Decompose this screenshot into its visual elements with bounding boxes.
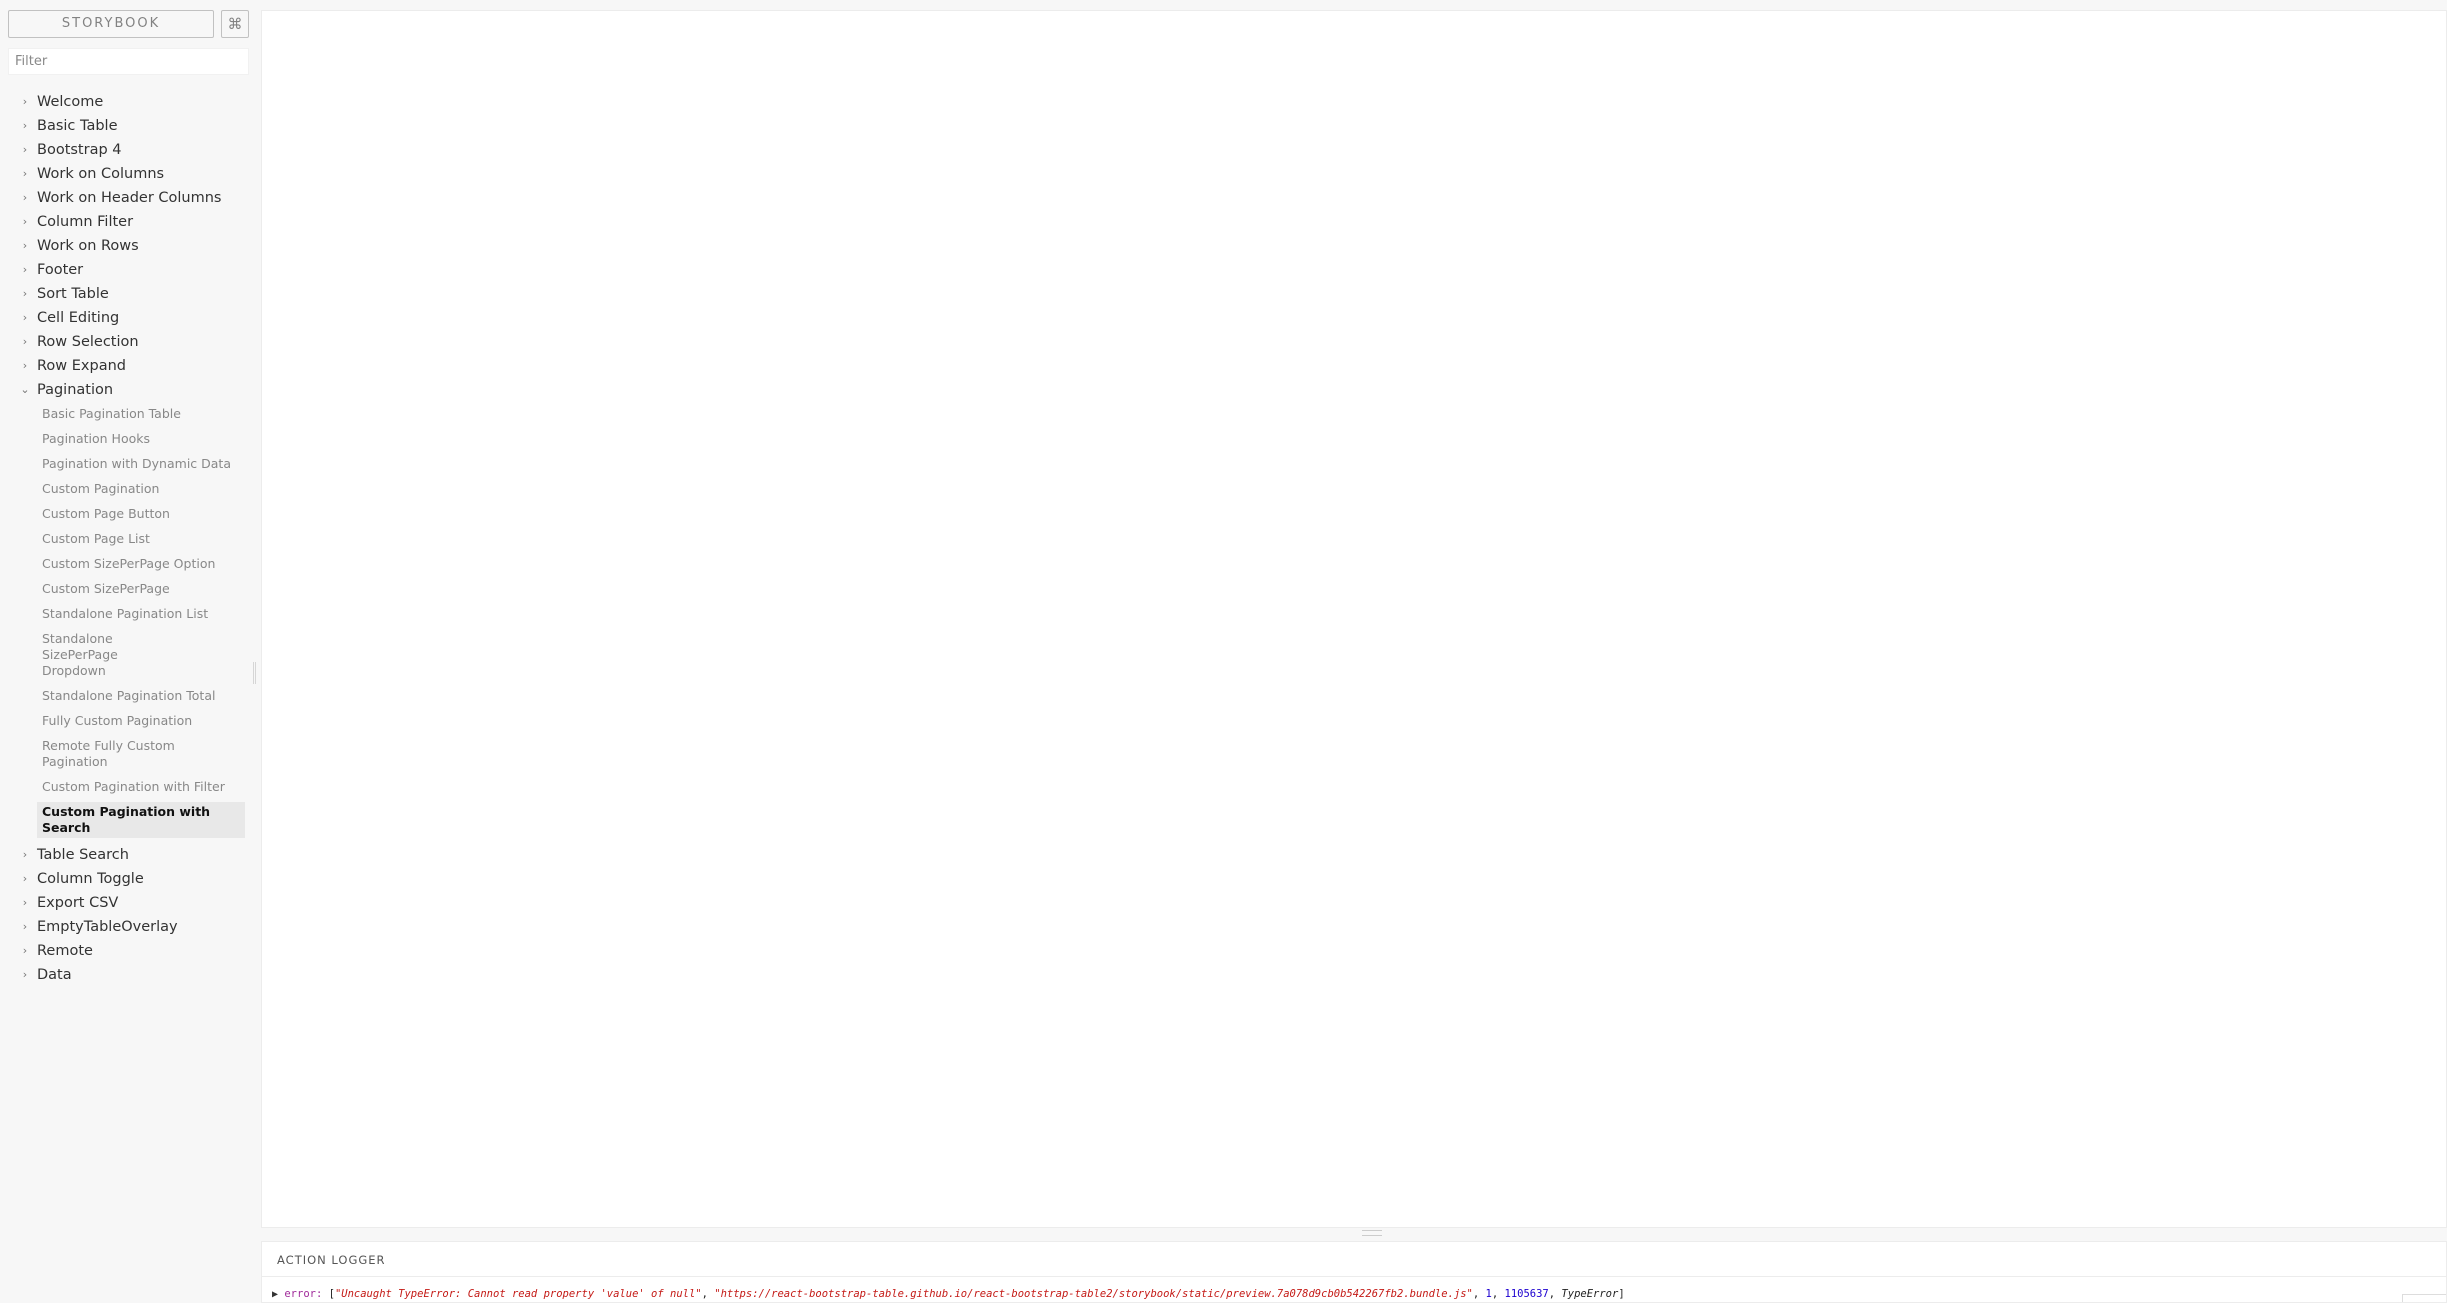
- story-basic-pagination-table[interactable]: Basic Pagination Table: [37, 404, 245, 424]
- log-column-number: 1105637: [1504, 1288, 1549, 1300]
- chevron-right-icon: ›: [22, 287, 28, 300]
- kind-sort-table[interactable]: › Sort Table: [0, 282, 260, 306]
- kind-row-selection[interactable]: › Row Selection: [0, 330, 260, 354]
- storybook-brand-button[interactable]: STORYBOOK: [8, 10, 214, 38]
- chevron-right-icon: ›: [22, 95, 28, 108]
- kind-label: Footer: [37, 262, 84, 278]
- stories-tree: › Welcome › Basic Table › Bootstrap 4 › Work on…: [0, 90, 260, 987]
- chevron-right-icon: ›: [22, 920, 28, 933]
- addons-panel: ACTION LOGGER ▶ error: ["Uncaught TypeEr…: [261, 1241, 2447, 1303]
- panel-divider: [262, 1276, 2446, 1277]
- kind-label: Welcome: [37, 94, 104, 110]
- kind-label: EmptyTableOverlay: [37, 919, 178, 935]
- clear-log-button[interactable]: [2402, 1294, 2446, 1302]
- pagination-stories: Basic Pagination Table Pagination Hooks Pa…: [0, 404, 260, 838]
- chevron-right-icon: ›: [22, 872, 28, 885]
- story-custom-pagination[interactable]: Custom Pagination: [37, 479, 245, 499]
- kind-label: Row Expand: [37, 358, 126, 374]
- kind-label: Row Selection: [37, 334, 139, 350]
- story-standalone-sizeperpage-dropdown[interactable]: Standalone SizePerPage Dropdown: [37, 629, 187, 681]
- story-remote-fully-custom-pagination[interactable]: Remote Fully Custom Pagination: [37, 736, 187, 772]
- kind-table-search[interactable]: › Table Search: [0, 843, 260, 867]
- story-custom-page-button[interactable]: Custom Page Button: [37, 504, 245, 524]
- storybook-sidebar: STORYBOOK ⌘ › Welcome › Basic Table › Bootstr…: [0, 0, 260, 1303]
- log-message: "Uncaught TypeError: Cannot read propert…: [334, 1288, 702, 1300]
- chevron-right-icon: ›: [22, 335, 28, 348]
- story-custom-pagination-with-filter[interactable]: Custom Pagination with Filter: [37, 777, 245, 797]
- kind-label: Bootstrap 4: [37, 142, 122, 158]
- kind-column-filter[interactable]: › Column Filter: [0, 210, 260, 234]
- kind-label: Remote: [37, 943, 93, 959]
- kind-bootstrap-4[interactable]: › Bootstrap 4: [0, 138, 260, 162]
- kind-footer[interactable]: › Footer: [0, 258, 260, 282]
- kind-welcome[interactable]: › Welcome: [0, 90, 260, 114]
- kind-emptytableoverlay[interactable]: › EmptyTableOverlay: [0, 915, 260, 939]
- kind-column-toggle[interactable]: › Column Toggle: [0, 867, 260, 891]
- filter-input[interactable]: [8, 48, 249, 75]
- log-key: error:: [284, 1288, 323, 1300]
- kind-label: Work on Header Columns: [37, 190, 222, 206]
- kind-label: Column Filter: [37, 214, 134, 230]
- kind-work-on-rows[interactable]: › Work on Rows: [0, 234, 260, 258]
- kind-label: Export CSV: [37, 895, 119, 911]
- chevron-right-icon: ›: [22, 143, 28, 156]
- story-custom-sizeperpage-option[interactable]: Custom SizePerPage Option: [37, 554, 245, 574]
- kind-row-expand[interactable]: › Row Expand: [0, 354, 260, 378]
- keyboard-shortcuts-icon[interactable]: ⌘: [221, 10, 249, 38]
- kind-basic-table[interactable]: › Basic Table: [0, 114, 260, 138]
- kind-label: Column Toggle: [37, 871, 144, 887]
- tab-action-logger[interactable]: ACTION LOGGER: [277, 1253, 386, 1267]
- chevron-right-icon: ›: [22, 239, 28, 252]
- kind-work-on-columns[interactable]: › Work on Columns: [0, 162, 260, 186]
- kind-cell-editing[interactable]: › Cell Editing: [0, 306, 260, 330]
- triangle-right-icon[interactable]: ▶: [272, 1289, 278, 1300]
- kind-remote[interactable]: › Remote: [0, 939, 260, 963]
- chevron-right-icon: ›: [22, 359, 28, 372]
- chevron-right-icon: ›: [22, 311, 28, 324]
- kind-label: Sort Table: [37, 286, 109, 302]
- chevron-right-icon: ›: [22, 191, 28, 204]
- chevron-right-icon: ›: [22, 167, 28, 180]
- chevron-right-icon: ›: [22, 968, 28, 981]
- story-fully-custom-pagination[interactable]: Fully Custom Pagination: [37, 711, 245, 731]
- chevron-right-icon: ›: [22, 944, 28, 957]
- kind-pagination[interactable]: ⌄ Pagination: [0, 378, 260, 402]
- log-error-type: TypeError: [1561, 1288, 1619, 1300]
- chevron-right-icon: ›: [22, 119, 28, 132]
- sidebar-resize-handle[interactable]: [253, 662, 256, 684]
- chevron-right-icon: ›: [22, 215, 28, 228]
- kind-label: Table Search: [37, 847, 129, 863]
- action-log-entry[interactable]: ▶ error: ["Uncaught TypeError: Cannot re…: [272, 1288, 1625, 1300]
- kind-export-csv[interactable]: › Export CSV: [0, 891, 260, 915]
- panel-resize-handle[interactable]: [1362, 1230, 1382, 1236]
- kind-label: Pagination: [37, 382, 114, 398]
- story-standalone-pagination-list[interactable]: Standalone Pagination List: [37, 604, 245, 624]
- kind-label: Cell Editing: [37, 310, 120, 326]
- chevron-right-icon: ›: [22, 263, 28, 276]
- chevron-right-icon: ›: [22, 896, 28, 909]
- story-custom-page-list[interactable]: Custom Page List: [37, 529, 245, 549]
- chevron-down-icon: ⌄: [20, 383, 30, 396]
- story-custom-pagination-with-search[interactable]: Custom Pagination with Search: [37, 802, 245, 838]
- story-pagination-hooks[interactable]: Pagination Hooks: [37, 429, 245, 449]
- kind-label: Work on Rows: [37, 238, 139, 254]
- kind-data[interactable]: › Data: [0, 963, 260, 987]
- log-url: "https://react-bootstrap-table.github.io…: [714, 1288, 1473, 1300]
- story-preview-iframe[interactable]: [261, 10, 2447, 1228]
- story-standalone-pagination-total[interactable]: Standalone Pagination Total: [37, 686, 245, 706]
- kind-work-on-header-columns[interactable]: › Work on Header Columns: [0, 186, 260, 210]
- kind-label: Data: [37, 967, 72, 983]
- story-custom-sizeperpage[interactable]: Custom SizePerPage: [37, 579, 245, 599]
- chevron-right-icon: ›: [22, 848, 28, 861]
- kind-label: Work on Columns: [37, 166, 165, 182]
- kind-label: Basic Table: [37, 118, 118, 134]
- brand-row: STORYBOOK ⌘: [8, 10, 249, 38]
- story-pagination-with-dynamic-data[interactable]: Pagination with Dynamic Data: [37, 454, 245, 474]
